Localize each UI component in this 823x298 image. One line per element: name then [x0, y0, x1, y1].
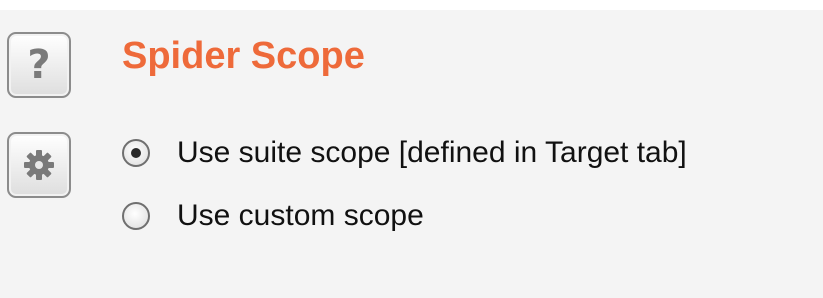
radio-option-custom-scope[interactable]: Use custom scope — [122, 196, 424, 236]
suite-scope-radio[interactable] — [122, 139, 150, 167]
help-button[interactable]: ? — [7, 32, 71, 98]
question-mark-icon: ? — [27, 42, 51, 88]
gear-icon — [24, 150, 54, 180]
radio-option-suite-scope[interactable]: Use suite scope [defined in Target tab] — [122, 133, 687, 173]
custom-scope-label[interactable]: Use custom scope — [177, 199, 424, 233]
custom-scope-radio[interactable] — [122, 202, 150, 230]
top-strip — [0, 0, 823, 10]
settings-button[interactable] — [7, 132, 71, 198]
suite-scope-label[interactable]: Use suite scope [defined in Target tab] — [177, 136, 687, 170]
section-title: Spider Scope — [122, 35, 365, 77]
